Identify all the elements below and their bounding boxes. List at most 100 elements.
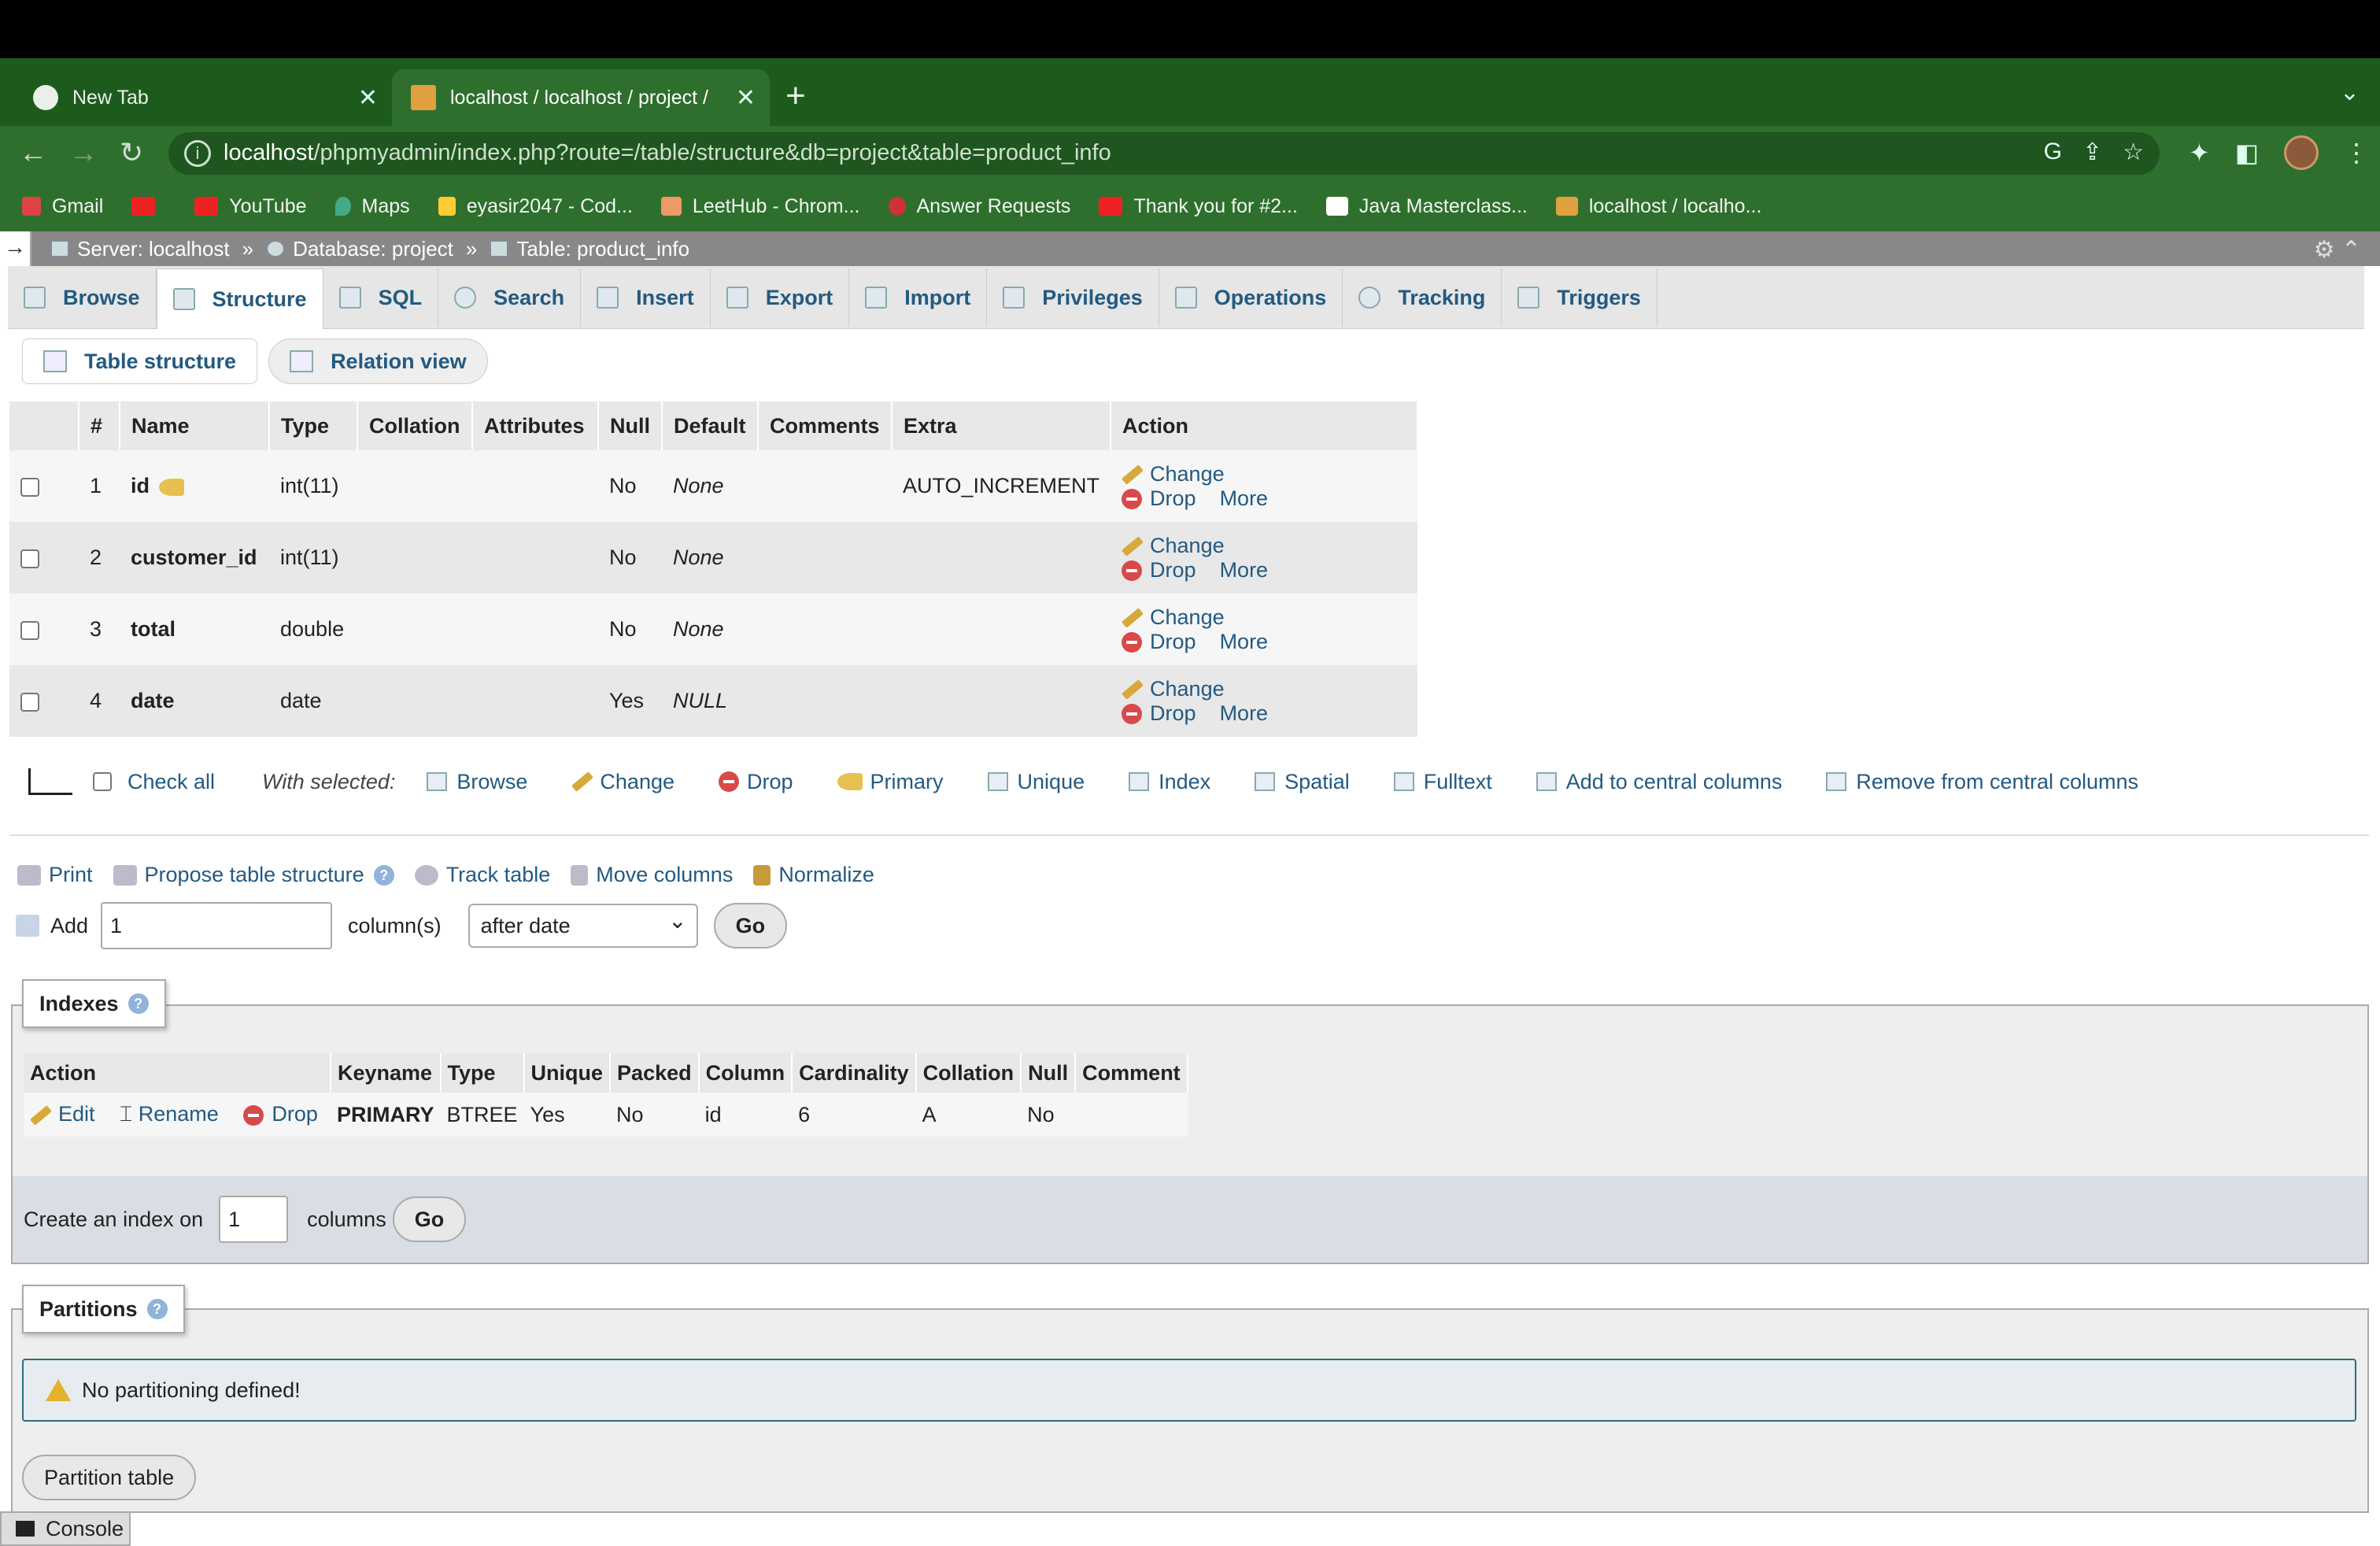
bookmark-codeforces[interactable]: eyasir2047 - Cod...	[438, 195, 633, 218]
column-position-select[interactable]: after date	[468, 901, 698, 948]
tab-search[interactable]: Search	[438, 268, 582, 327]
close-icon[interactable]: ✕	[358, 84, 378, 112]
back-icon[interactable]: ←	[19, 135, 47, 170]
tab-export[interactable]: Export	[711, 268, 850, 327]
print-link[interactable]: Print	[17, 863, 93, 887]
bulk-index-button[interactable]: Index	[1129, 770, 1210, 794]
forward-icon[interactable]: →	[69, 135, 98, 170]
side-panel-icon[interactable]: ◧	[2235, 138, 2259, 168]
close-icon[interactable]: ✕	[736, 84, 756, 112]
browser-tab-new-tab[interactable]: New Tab ✕	[14, 69, 392, 126]
bulk-change-button[interactable]: Change	[571, 770, 674, 794]
bookmark-maps[interactable]: Maps	[334, 195, 410, 218]
row-checkbox[interactable]	[20, 549, 39, 568]
tab-import[interactable]: Import	[849, 268, 988, 327]
tab-browse[interactable]: Browse	[8, 268, 157, 327]
index-edit-link[interactable]: Edit	[30, 1102, 95, 1126]
tab-triggers[interactable]: Triggers	[1502, 268, 1658, 327]
tab-tracking[interactable]: Tracking	[1343, 268, 1502, 327]
move-columns-link[interactable]: Move columns	[571, 863, 733, 887]
console-toggle[interactable]: Console	[0, 1511, 131, 1546]
add-columns-count-input[interactable]: 1	[101, 902, 333, 949]
index-rename-link[interactable]: ⌶ Rename	[120, 1102, 219, 1126]
index-drop-link[interactable]: Drop	[243, 1102, 318, 1126]
primary-key-icon	[159, 478, 184, 496]
collapse-nav-icon[interactable]: →	[0, 231, 31, 266]
more-link[interactable]: More	[1220, 630, 1269, 653]
extensions-icon[interactable]: ✦	[2189, 138, 2210, 168]
bookmark-youtube[interactable]: YouTube	[194, 195, 307, 218]
tab-search-chevron-icon[interactable]: ⌄	[2340, 79, 2360, 106]
bulk-unique-button[interactable]: Unique	[987, 770, 1085, 794]
bookmark-star-icon[interactable]: ☆	[2123, 139, 2144, 166]
more-link[interactable]: More	[1220, 486, 1269, 510]
create-index-go-button[interactable]: Go	[392, 1196, 467, 1242]
drop-link[interactable]: Drop	[1122, 558, 1196, 582]
avatar[interactable]	[2284, 135, 2319, 170]
pencil-icon	[1122, 608, 1144, 629]
reload-icon[interactable]: ↻	[120, 135, 143, 170]
help-icon[interactable]: ?	[146, 1299, 168, 1319]
address-bar[interactable]: i localhost/phpmyadmin/index.php?route=/…	[168, 132, 2160, 175]
partition-table-button[interactable]: Partition table	[22, 1455, 197, 1500]
breadcrumb-server[interactable]: Server: localhost	[50, 237, 230, 261]
row-checkbox[interactable]	[20, 692, 39, 712]
bulk-fulltext-button[interactable]: Fulltext	[1393, 770, 1492, 794]
bookmark-youtube-plain[interactable]	[131, 197, 166, 216]
drop-icon	[1122, 489, 1143, 510]
subtab-table-structure[interactable]: Table structure	[22, 338, 258, 384]
bookmark-localhost[interactable]: localhost / localho...	[1555, 195, 1761, 218]
tab-privileges[interactable]: Privileges	[987, 268, 1159, 327]
change-link[interactable]: Change	[1122, 534, 1225, 557]
bookmark-java-masterclass[interactable]: Java Masterclass...	[1325, 195, 1528, 218]
row-checkbox[interactable]	[20, 477, 39, 497]
url-text[interactable]: localhost/phpmyadmin/index.php?route=/ta…	[224, 140, 1111, 166]
bookmark-thank-you[interactable]: Thank you for #2...	[1099, 195, 1298, 218]
check-all-label[interactable]: Check all	[128, 770, 215, 794]
bookmark-answer-requests[interactable]: Answer Requests	[888, 195, 1070, 218]
breadcrumb-database[interactable]: Database: project	[266, 237, 453, 261]
help-icon[interactable]: ?	[128, 993, 149, 1014]
drop-link[interactable]: Drop	[1122, 701, 1196, 725]
pencil-icon	[1122, 679, 1144, 701]
kebab-menu-icon[interactable]: ⋮	[2344, 138, 2369, 168]
bulk-drop-button[interactable]: Drop	[719, 770, 793, 794]
leethub-icon	[660, 197, 682, 216]
track-table-link[interactable]: Track table	[414, 863, 550, 887]
bookmark-gmail[interactable]: Gmail	[22, 195, 103, 218]
help-icon[interactable]: ?	[373, 864, 394, 886]
bulk-primary-button[interactable]: Primary	[837, 770, 944, 794]
breadcrumb-table[interactable]: Table: product_info	[490, 237, 689, 261]
bulk-spatial-button[interactable]: Spatial	[1255, 770, 1350, 794]
site-info-icon[interactable]: i	[184, 140, 211, 167]
subtab-relation-view[interactable]: Relation view	[268, 338, 488, 384]
change-link[interactable]: Change	[1122, 462, 1225, 486]
drop-link[interactable]: Drop	[1122, 630, 1196, 653]
indexes-legend: Indexes?	[22, 979, 166, 1028]
more-link[interactable]: More	[1220, 701, 1269, 725]
partitions-legend: Partitions?	[22, 1285, 185, 1333]
share-icon[interactable]: ⇪	[2082, 139, 2102, 166]
tab-insert[interactable]: Insert	[581, 268, 711, 327]
browser-tab-phpmyadmin[interactable]: localhost / localhost / project / ✕	[392, 69, 770, 126]
change-link[interactable]: Change	[1122, 677, 1225, 701]
propose-structure-link[interactable]: Propose table structure?	[113, 863, 394, 887]
more-link[interactable]: More	[1220, 558, 1269, 582]
google-icon[interactable]: G	[2044, 139, 2062, 166]
drop-link[interactable]: Drop	[1122, 486, 1196, 510]
tab-sql[interactable]: SQL	[323, 268, 439, 327]
index-columns-input[interactable]: 1	[219, 1196, 289, 1243]
tab-operations[interactable]: Operations	[1159, 268, 1343, 327]
bulk-remove-central-button[interactable]: Remove from central columns	[1826, 770, 2138, 794]
change-link[interactable]: Change	[1122, 605, 1225, 629]
new-tab-button[interactable]: +	[785, 72, 806, 120]
row-checkbox[interactable]	[20, 620, 39, 640]
normalize-link[interactable]: Normalize	[753, 863, 874, 887]
bookmark-leethub[interactable]: LeetHub - Chrom...	[660, 195, 860, 218]
bulk-add-central-button[interactable]: Add to central columns	[1536, 770, 1782, 794]
tab-structure[interactable]: Structure	[156, 268, 323, 329]
check-all-checkbox[interactable]	[93, 772, 112, 791]
add-columns-go-button[interactable]: Go	[713, 903, 788, 949]
bulk-browse-button[interactable]: Browse	[427, 770, 527, 794]
settings-gear-icon[interactable]: ⚙ ⌃	[2314, 236, 2361, 264]
